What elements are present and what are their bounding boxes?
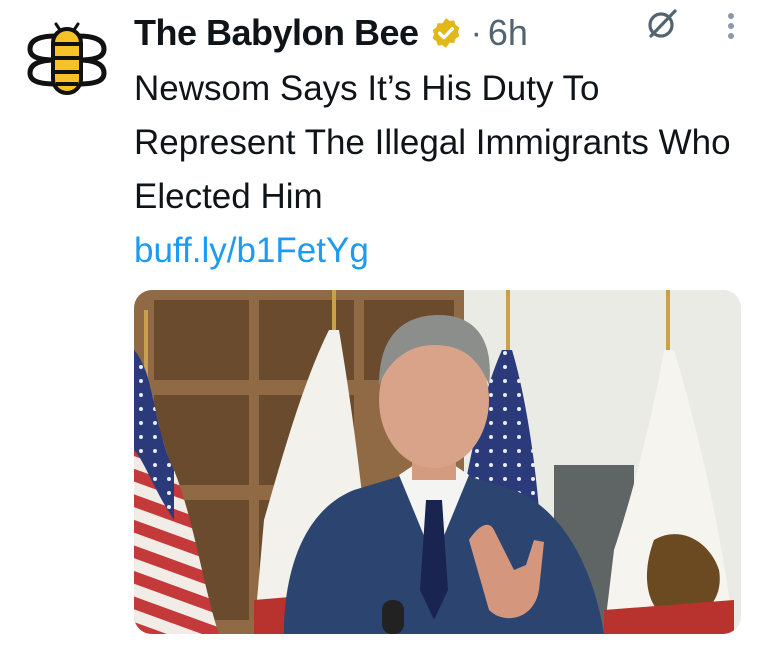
tweet-time[interactable]: 6h [488,12,528,54]
newsom-press-conference-photo [134,290,741,634]
author-avatar[interactable] [26,22,108,98]
babylon-bee-logo-icon [27,22,107,95]
tweet-link[interactable]: buff.ly/b1FetYg [134,226,369,276]
tweet-media-photo[interactable] [134,290,741,634]
header-separator: · [470,13,482,52]
more-vertical-icon[interactable] [726,6,736,46]
tweet-text: Newsom Says It’s His Duty To Represent T… [134,69,731,216]
grok-icon[interactable] [644,6,680,42]
author-name[interactable]: The Babylon Bee [134,12,419,54]
verified-badge-icon[interactable] [429,16,463,50]
